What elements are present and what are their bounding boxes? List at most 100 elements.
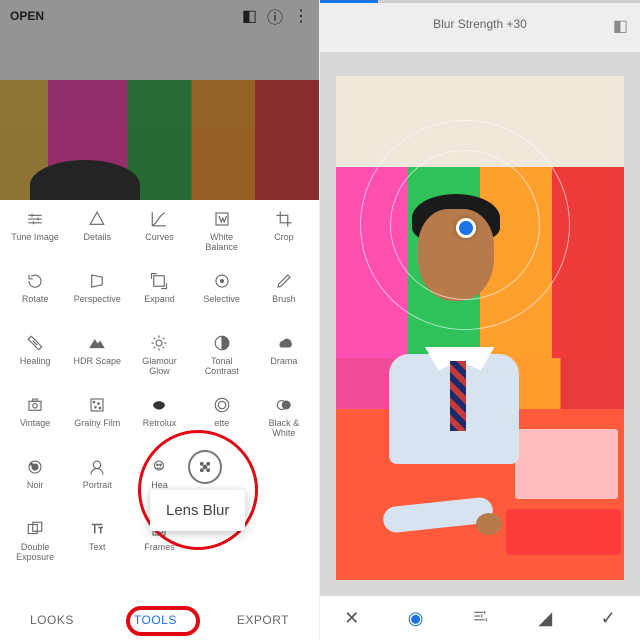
tool-expand[interactable]: Expand	[128, 270, 190, 328]
tool-label: Vintage	[20, 419, 50, 429]
tab-looks[interactable]: LOOKS	[18, 607, 86, 633]
tools-panel: Tune Image Details Curves White Balance Crop…	[0, 200, 319, 600]
healing-icon	[26, 332, 44, 354]
tool-selective[interactable]: Selective	[191, 270, 253, 328]
tool-crop[interactable]: Crop	[253, 208, 315, 266]
tool-label: Glamour Glow	[142, 357, 177, 377]
tonal-icon	[213, 332, 231, 354]
bottom-tabs: LOOKS TOOLS EXPORT	[0, 600, 319, 640]
selective-icon	[213, 270, 231, 292]
tool-hdr[interactable]: HDR Scape	[66, 332, 128, 390]
tool-label: Text	[89, 543, 106, 553]
perspective-icon	[88, 270, 106, 292]
expand-icon	[150, 270, 168, 292]
blur-shape-icon[interactable]: ◉	[408, 608, 424, 629]
tool-grunge[interactable]: ette	[191, 394, 253, 452]
glamour-icon	[150, 332, 168, 354]
double-icon	[26, 518, 44, 540]
retrolux-icon	[150, 394, 168, 416]
tool-label: Tonal Contrast	[205, 357, 239, 377]
portrait-icon	[88, 456, 106, 478]
tool-label: Frames	[144, 543, 175, 553]
tool-label: Healing	[20, 357, 51, 367]
brush-icon	[275, 270, 293, 292]
details-icon	[88, 208, 106, 230]
tool-label: ette	[214, 419, 229, 429]
tune-icon	[26, 208, 44, 230]
tool-healing[interactable]: Healing	[4, 332, 66, 390]
tool-label: Drama	[270, 357, 297, 367]
more-icon[interactable]: ⋮	[293, 6, 309, 26]
top-bar: OPEN ◧ ⓘ ⋮	[0, 0, 319, 32]
tool-label: Perspective	[74, 295, 121, 305]
vintage-icon	[26, 394, 44, 416]
tool-label: Black & White	[269, 419, 300, 439]
crop-icon	[275, 208, 293, 230]
tool-retrolux[interactable]: Retrolux	[128, 394, 190, 452]
tool-vintage[interactable]: Vintage	[4, 394, 66, 452]
open-button[interactable]: OPEN	[10, 9, 44, 23]
tool-wb[interactable]: White Balance	[191, 208, 253, 266]
wb-icon	[213, 208, 231, 230]
tool-glamour[interactable]: Glamour Glow	[128, 332, 190, 390]
tool-perspective[interactable]: Perspective	[66, 270, 128, 328]
tool-text[interactable]: Text	[66, 518, 128, 576]
tool-label: HDR Scape	[74, 357, 122, 367]
noir-icon	[26, 456, 44, 478]
tool-label: Curves	[145, 233, 174, 243]
tool-blank	[253, 518, 315, 576]
head-icon	[150, 456, 168, 478]
tool-label: Crop	[274, 233, 294, 243]
tool-bw[interactable]: Black & White	[253, 394, 315, 452]
progress-bar[interactable]	[320, 0, 640, 3]
right-header: Blur Strength +30 ◧	[320, 0, 640, 52]
tool-label: Selective	[203, 295, 240, 305]
grunge-icon	[213, 394, 231, 416]
rotate-icon	[26, 270, 44, 292]
info-icon[interactable]: ⓘ	[267, 4, 283, 28]
tool-label: Details	[84, 233, 112, 243]
grainy-icon	[88, 394, 106, 416]
tool-label: Noir	[27, 481, 44, 491]
tool-tonal[interactable]: Tonal Contrast	[191, 332, 253, 390]
layers-icon[interactable]: ◧	[242, 6, 257, 26]
text-icon	[88, 518, 106, 540]
tool-drama[interactable]: Drama	[253, 332, 315, 390]
cancel-icon[interactable]: ✕	[344, 608, 359, 629]
styles-icon[interactable]: ◢	[538, 608, 552, 629]
compare-icon[interactable]: ◧	[613, 16, 628, 36]
curves-icon	[150, 208, 168, 230]
tool-label: Rotate	[22, 295, 49, 305]
tool-label: Grainy Film	[74, 419, 120, 429]
tool-label: Retrolux	[143, 419, 177, 429]
tool-noir[interactable]: Noir	[4, 456, 66, 514]
tool-double[interactable]: Double Exposure	[4, 518, 66, 576]
tool-label: Portrait	[83, 481, 112, 491]
hdr-icon	[88, 332, 106, 354]
tool-label: White Balance	[205, 233, 238, 253]
tool-label: Expand	[144, 295, 175, 305]
bw-icon	[275, 394, 293, 416]
tool-details[interactable]: Details	[66, 208, 128, 266]
tool-label: Brush	[272, 295, 296, 305]
tab-tools[interactable]: TOOLS	[122, 607, 189, 633]
image-preview	[0, 80, 319, 200]
tool-brush[interactable]: Brush	[253, 270, 315, 328]
tool-tune[interactable]: Tune Image	[4, 208, 66, 266]
drama-icon	[275, 332, 293, 354]
lens-blur-icon[interactable]	[188, 450, 222, 484]
tool-label: Double Exposure	[16, 543, 54, 563]
tool-blank	[253, 456, 315, 514]
apply-icon[interactable]: ✓	[601, 608, 616, 629]
adjust-icon[interactable]	[472, 607, 490, 630]
tool-curves[interactable]: Curves	[128, 208, 190, 266]
lens-blur-tooltip: Lens Blur	[150, 490, 245, 531]
tool-rotate[interactable]: Rotate	[4, 270, 66, 328]
tool-portrait[interactable]: Portrait	[66, 456, 128, 514]
blur-strength-label: Blur Strength +30	[320, 17, 640, 31]
edit-toolbar: ✕ ◉ ◢ ✓	[320, 596, 640, 640]
tab-export[interactable]: EXPORT	[225, 607, 301, 633]
tool-grainy[interactable]: Grainy Film	[66, 394, 128, 452]
tool-label: Tune Image	[11, 233, 59, 243]
blur-center-handle[interactable]	[456, 218, 476, 238]
